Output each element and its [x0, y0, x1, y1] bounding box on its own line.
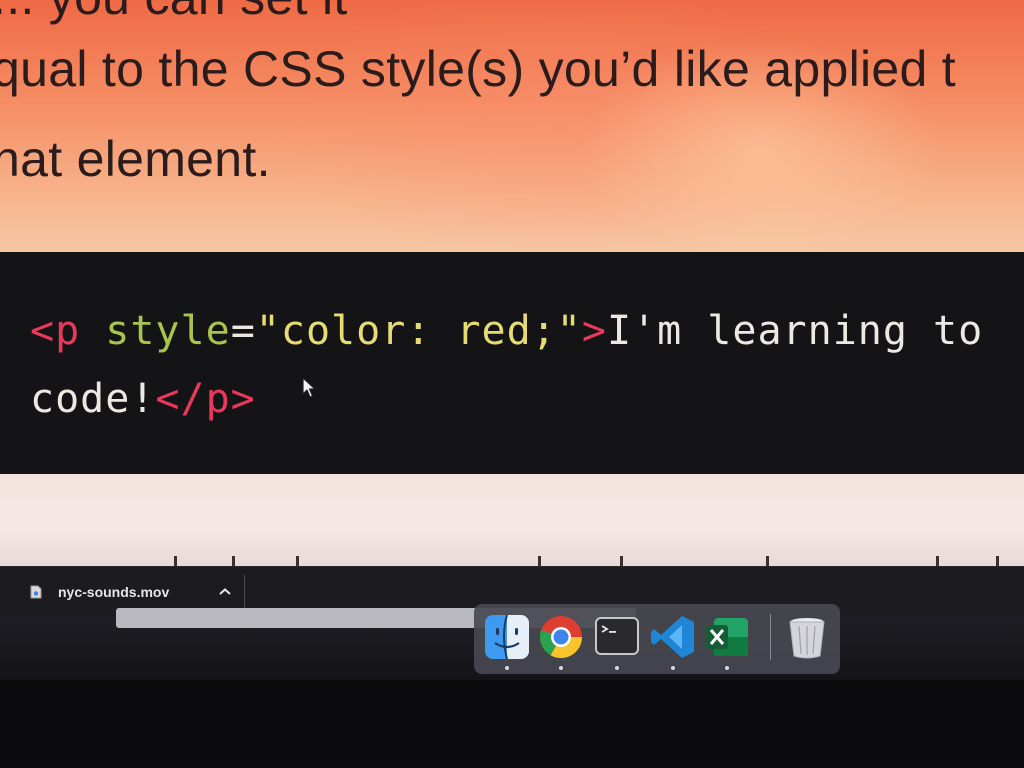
text-fragment — [996, 556, 999, 566]
text-fragment — [296, 556, 299, 566]
running-indicator — [671, 666, 675, 670]
code-block: <p style="color: red;">I'm learning to c… — [0, 252, 1024, 474]
article-text-line-2: hat element. — [0, 131, 271, 187]
chevron-up-icon[interactable] — [218, 587, 232, 597]
article-content: ... you can set it qual to the CSS style… — [0, 0, 1024, 252]
text-fragment — [936, 556, 939, 566]
text-fragment — [620, 556, 623, 566]
article-text-line-top: ... you can set it — [0, 0, 348, 26]
chrome-icon[interactable] — [538, 614, 584, 660]
vscode-icon[interactable] — [650, 614, 696, 660]
text-fragment — [766, 556, 769, 566]
finder-icon[interactable] — [484, 614, 530, 660]
code-token: I'm learning to — [606, 308, 984, 354]
mouse-pointer-icon — [302, 377, 316, 398]
download-filename: nyc-sounds.mov — [58, 584, 170, 600]
trash-icon[interactable] — [784, 614, 830, 660]
download-item[interactable]: nyc-sounds.mov — [22, 575, 245, 609]
running-indicator — [615, 666, 619, 670]
code-line-1: <p style="color: red;">I'm learning to — [30, 308, 983, 354]
code-token: = — [230, 308, 256, 354]
code-token: > — [581, 308, 607, 354]
text-fragment — [232, 556, 235, 566]
excel-icon[interactable] — [704, 614, 750, 660]
terminal-icon[interactable] — [594, 614, 640, 660]
code-token: <p — [30, 308, 81, 354]
code-token: style — [105, 308, 231, 354]
text-fragment — [174, 556, 177, 566]
dock-separator — [770, 614, 771, 660]
text-fragment — [538, 556, 541, 566]
article-text-line-1: qual to the CSS style(s) you’d like appl… — [0, 41, 956, 97]
code-token: code! — [30, 376, 156, 422]
code-token: </p> — [155, 376, 256, 422]
file-icon — [30, 585, 42, 599]
monitor-screen: ... you can set it qual to the CSS style… — [0, 0, 1024, 680]
content-strip — [0, 474, 1024, 566]
dock — [474, 604, 840, 674]
running-indicator — [505, 666, 509, 670]
running-indicator — [725, 666, 729, 670]
running-indicator — [559, 666, 563, 670]
code-token: "color: red;" — [255, 308, 582, 354]
code-line-2: code!</p> — [30, 376, 256, 422]
